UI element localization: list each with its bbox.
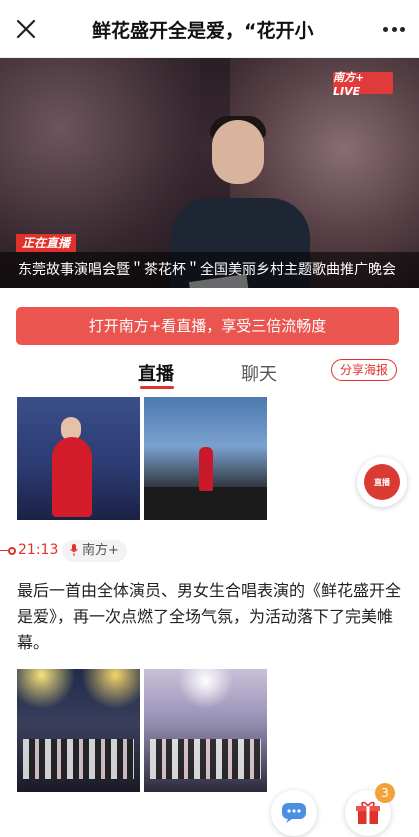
post-source: 南方+: [62, 540, 127, 562]
radio-icon: 直播: [364, 464, 400, 500]
host-head: [212, 120, 264, 184]
chat-bubble-icon: [282, 803, 306, 823]
source-label: 南方+: [82, 543, 119, 558]
tab-chat[interactable]: 聊天: [241, 360, 277, 386]
timeline-dot: [8, 547, 16, 555]
chat-button[interactable]: [271, 790, 317, 836]
floating-live-radio-button[interactable]: 直播: [357, 457, 407, 507]
stage-lights: [144, 669, 267, 729]
post-text: 最后一首由全体演员、男女生合唱表演的《鲜花盛开全是爱》，再一次点燃了全场气氛，为…: [17, 581, 402, 652]
photo-ensemble-left[interactable]: [17, 669, 140, 792]
photo-singer-red-dress[interactable]: [17, 397, 140, 520]
video-caption: 东莞故事演唱会暨＂茶花杯＂全国美丽乡村主题歌曲推广晚会: [0, 252, 419, 288]
active-tab-indicator: [140, 386, 174, 389]
gift-icon: [356, 801, 380, 824]
gift-count-badge: 3: [375, 783, 395, 803]
singer-dress: [199, 447, 213, 491]
more-icon[interactable]: [383, 27, 405, 33]
post-time: 21:13: [18, 542, 59, 558]
live-brand-badge: 南方+ LIVE: [333, 71, 393, 98]
live-video-player[interactable]: 南方+ LIVE 正在直播 东莞故事演唱会暨＂茶花杯＂全国美丽乡村主题歌曲推广晚…: [0, 58, 419, 288]
stage-lights: [17, 669, 140, 729]
photo-stage-performance[interactable]: [144, 397, 267, 520]
close-icon[interactable]: [14, 17, 38, 41]
tab-live[interactable]: 直播: [138, 360, 174, 386]
open-app-button[interactable]: 打开南方+看直播，享受三倍流畅度: [16, 307, 399, 345]
timeline-line: [0, 550, 8, 551]
page-title: 鲜花盛开全是爱，“花开小: [92, 20, 314, 42]
microphone-icon: [70, 544, 78, 556]
tab-bar: 直播 聊天 分享海报: [0, 356, 419, 390]
singer-dress: [52, 437, 92, 517]
stage-floor: [144, 487, 267, 520]
performers-row: [150, 739, 261, 779]
live-now-tag: 正在直播: [16, 234, 77, 252]
performers-row: [23, 739, 134, 779]
photo-ensemble-right[interactable]: [144, 669, 267, 792]
share-poster-button[interactable]: 分享海报: [330, 359, 397, 381]
top-bar: 鲜花盛开全是爱，“花开小: [0, 0, 419, 58]
timeline-entry: 21:13 南方+: [0, 540, 419, 564]
